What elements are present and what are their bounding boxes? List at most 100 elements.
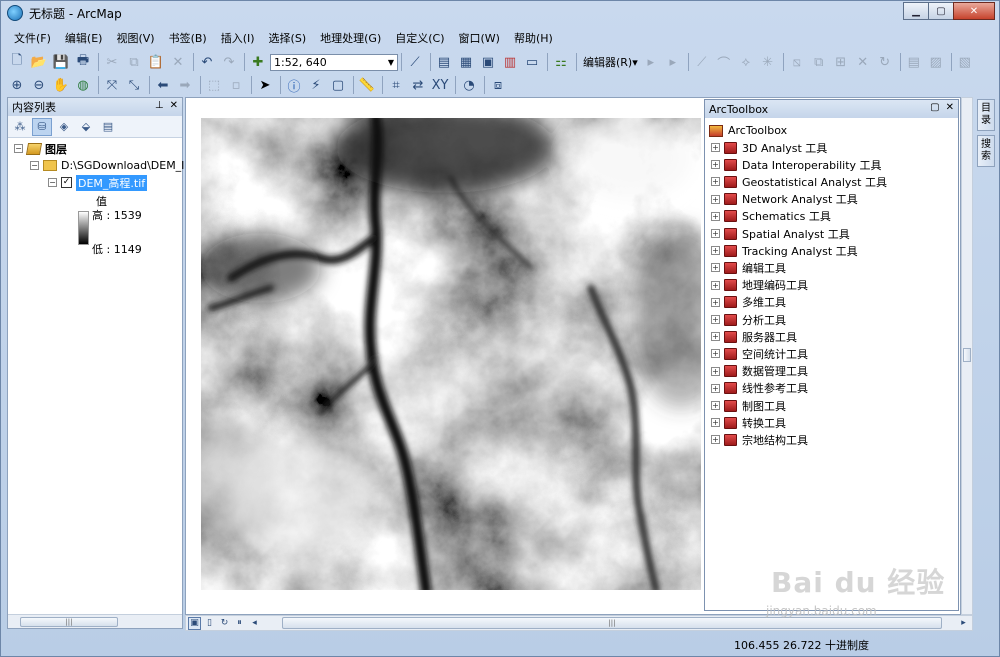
reshape-icon[interactable]: ⧉ xyxy=(809,52,829,72)
expand-icon[interactable]: + xyxy=(711,160,720,170)
toolbox-item-row[interactable]: + Tracking Analyst 工具 xyxy=(711,242,858,259)
toolbox-item-row[interactable]: + 服务器工具 xyxy=(711,328,797,345)
search-side-tab[interactable]: 搜索 xyxy=(977,135,995,167)
toolbox-item-row[interactable]: + 编辑工具 xyxy=(711,259,786,276)
end-point-arc-icon[interactable]: ⌒ xyxy=(714,52,734,72)
cut-polygon-icon[interactable]: ⊞ xyxy=(831,52,851,72)
expand-icon[interactable]: + xyxy=(711,280,720,290)
delete-icon[interactable]: ✕ xyxy=(168,52,188,72)
toolbox-item-row[interactable]: + 地理编码工具 xyxy=(711,277,808,294)
expand-icon[interactable]: + xyxy=(711,263,720,273)
create-features-icon[interactable]: ▧ xyxy=(955,52,975,72)
new-document-icon[interactable]: 🗋 xyxy=(7,52,27,72)
pan-hand-icon[interactable]: ✋ xyxy=(51,75,71,95)
toolbox-item-row[interactable]: + Geostatistical Analyst 工具 xyxy=(711,173,887,190)
collapse-icon[interactable]: − xyxy=(30,161,39,170)
expand-icon[interactable]: + xyxy=(711,229,720,238)
table-window-icon[interactable]: ▤ xyxy=(434,52,454,72)
toolbox-item-row[interactable]: + Data Interoperability 工具 xyxy=(711,156,882,173)
arctoolbox-close-icon[interactable]: ✕ xyxy=(946,102,954,113)
list-by-visibility-icon[interactable]: ◈ xyxy=(54,118,74,136)
full-extent-globe-icon[interactable]: ◍ xyxy=(73,75,93,95)
arctoolbox-root-row[interactable]: ArcToolbox xyxy=(709,122,787,139)
toolbox-item-row[interactable]: + Schematics 工具 xyxy=(711,208,831,225)
toolbox-item-row[interactable]: + Spatial Analyst 工具 xyxy=(711,225,850,242)
paste-icon[interactable]: 📋 xyxy=(146,52,166,72)
cut-icon[interactable]: ✂ xyxy=(102,52,122,72)
list-by-selection-icon[interactable]: ⬙ xyxy=(76,118,96,136)
back-arrow-icon[interactable]: ⬅ xyxy=(153,75,173,95)
layer-visibility-checkbox[interactable]: ✓ xyxy=(61,177,72,188)
toolbox-item-row[interactable]: + 宗地结构工具 xyxy=(711,431,808,448)
toolbox-item-row[interactable]: + 线性参考工具 xyxy=(711,380,808,397)
expand-icon[interactable]: + xyxy=(711,383,720,393)
pause-drawing-icon[interactable]: ⏸ xyxy=(233,617,246,630)
zoom-in-icon[interactable]: ⊕ xyxy=(7,75,27,95)
expand-icon[interactable]: + xyxy=(711,211,720,221)
menu-bookmarks[interactable]: 书签(B) xyxy=(162,30,214,46)
trace-icon[interactable]: ⟡ xyxy=(736,52,756,72)
edit-annotation-icon[interactable]: ▸ xyxy=(663,52,683,72)
expand-icon[interactable]: + xyxy=(711,418,720,428)
search-window-icon[interactable]: ▣ xyxy=(478,52,498,72)
layout-view-icon[interactable]: ▯ xyxy=(203,617,216,630)
menu-help[interactable]: 帮助(H) xyxy=(507,30,560,46)
toc-horizontal-scrollbar[interactable]: ||| xyxy=(8,614,182,628)
collapse-icon[interactable]: − xyxy=(14,144,23,153)
refresh-icon[interactable]: ↻ xyxy=(218,617,231,630)
edit-vertices-icon[interactable]: ⧅ xyxy=(787,52,807,72)
attributes-icon[interactable]: ▤ xyxy=(904,52,924,72)
catalog-window-icon[interactable]: ▦ xyxy=(456,52,476,72)
menu-customize[interactable]: 自定义(C) xyxy=(388,30,451,46)
layers-root-row[interactable]: − 图层 xyxy=(14,140,67,157)
menu-edit[interactable]: 编辑(E) xyxy=(58,30,110,46)
menu-geoprocessing[interactable]: 地理处理(G) xyxy=(313,30,388,46)
toolbox-item-row[interactable]: + 空间统计工具 xyxy=(711,345,808,362)
time-slider-icon[interactable]: ◔ xyxy=(459,75,479,95)
close-button[interactable]: ✕ xyxy=(953,2,995,20)
python-window-icon[interactable]: ▭ xyxy=(522,52,542,72)
identify-info-icon[interactable]: ⓘ xyxy=(284,75,304,95)
clear-selection-icon[interactable]: ▫ xyxy=(226,75,246,95)
expand-icon[interactable]: + xyxy=(711,194,720,204)
expand-icon[interactable]: + xyxy=(711,435,720,445)
select-features-icon[interactable]: ⬚ xyxy=(204,75,224,95)
select-elements-arrow-icon[interactable]: ➤ xyxy=(255,75,275,95)
expand-icon[interactable]: + xyxy=(711,143,720,152)
html-popup-icon[interactable]: ▢ xyxy=(328,75,348,95)
create-viewer-window-icon[interactable]: ⧈ xyxy=(488,75,508,95)
data-view-icon[interactable]: ▣ xyxy=(188,616,201,630)
pin-icon[interactable]: ⊥ xyxy=(155,100,164,111)
list-by-drawing-order-icon[interactable]: ⁂ xyxy=(10,118,30,136)
point-icon[interactable]: ✳ xyxy=(758,52,778,72)
toolbox-item-row[interactable]: + 分析工具 xyxy=(711,311,786,328)
map-vertical-scrollbar[interactable] xyxy=(961,97,973,615)
expand-icon[interactable]: + xyxy=(711,297,720,307)
print-icon[interactable]: 🖶 xyxy=(73,52,93,72)
map-scale-combobox[interactable]: 1:52, 640 ▼ xyxy=(270,53,398,71)
expand-icon[interactable]: + xyxy=(711,332,720,342)
editor-toolbar-icon[interactable]: ⟋ xyxy=(405,52,425,72)
zoom-out-icon[interactable]: ⊖ xyxy=(29,75,49,95)
save-icon[interactable]: 💾 xyxy=(51,52,71,72)
arctoolbox-icon[interactable]: ▥ xyxy=(500,52,520,72)
expand-icon[interactable]: + xyxy=(711,177,720,187)
layer-name-label[interactable]: DEM_高程.tif xyxy=(76,174,148,191)
forward-arrow-icon[interactable]: ➡ xyxy=(175,75,195,95)
fixed-zoom-in-icon[interactable]: ⤧ xyxy=(102,75,122,95)
expand-icon[interactable]: + xyxy=(711,401,720,410)
maximize-button[interactable]: ▢ xyxy=(928,2,954,20)
menu-insert[interactable]: 插入(I) xyxy=(214,30,262,46)
collapse-icon[interactable]: − xyxy=(48,178,57,187)
toolbox-item-row[interactable]: + Network Analyst 工具 xyxy=(711,191,858,208)
toolbox-item-row[interactable]: + 数据管理工具 xyxy=(711,363,808,380)
copy-icon[interactable]: ⧉ xyxy=(124,52,144,72)
expand-icon[interactable]: + xyxy=(711,349,720,359)
toc-scroll-thumb[interactable]: ||| xyxy=(20,617,118,627)
add-data-icon[interactable]: ✚ xyxy=(248,52,268,72)
toc-close-icon[interactable]: ✕ xyxy=(170,100,178,111)
maximize-panel-icon[interactable]: ▢ xyxy=(930,102,939,113)
toolbox-item-row[interactable]: + 制图工具 xyxy=(711,397,786,414)
find-route-icon[interactable]: ⇄ xyxy=(408,75,428,95)
model-builder-icon[interactable]: ⚏ xyxy=(551,52,571,72)
